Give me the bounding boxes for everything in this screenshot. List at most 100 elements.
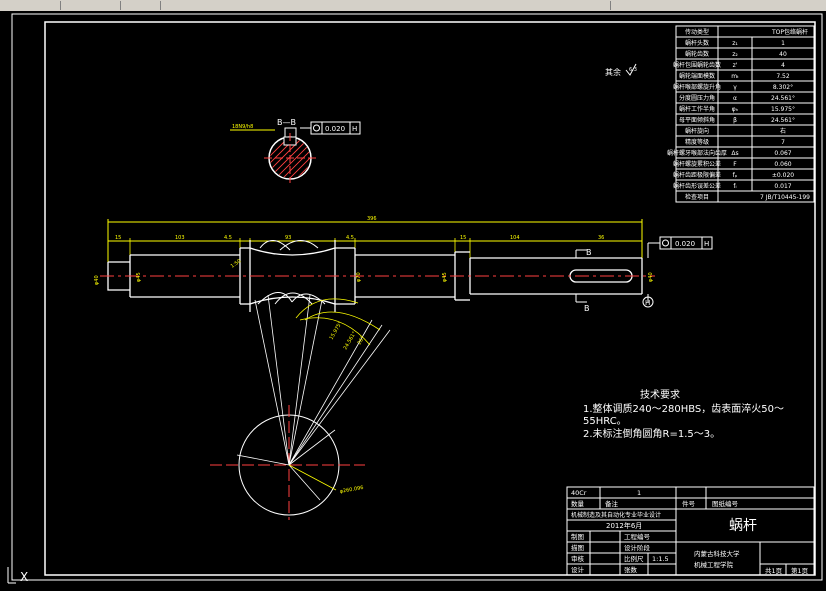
param-name: 检查项目 [685,193,709,201]
svg-text:36: 36 [598,235,604,241]
svg-text:机械工程学院: 机械工程学院 [694,560,734,569]
svg-text:15: 15 [460,235,466,241]
svg-text:φ70: φ70 [356,272,362,282]
toolbar-tab[interactable] [0,1,61,10]
svg-text:备注: 备注 [605,499,619,508]
param-name: 蜗杆齿形误差公差 [673,182,721,190]
param-value: 0.067 [774,150,791,157]
window-top-strip [0,0,826,11]
svg-text:4.5: 4.5 [224,235,232,241]
param-symbol: z' [733,62,738,69]
param-symbol: φₕ [732,106,739,113]
param-name: 蜗杆包围蜗轮齿数 [673,61,721,69]
svg-text:H: H [352,125,357,133]
param-value: 4 [781,62,785,69]
svg-text:机械制造及其自动化专业毕业设计: 机械制造及其自动化专业毕业设计 [571,511,661,519]
param-value: 24.561° [771,117,795,124]
svg-text:φ45: φ45 [442,272,448,282]
svg-text:φ40: φ40 [94,275,100,285]
svg-text:104: 104 [510,235,520,241]
param-value: 7 [781,139,785,146]
svg-text:0.020: 0.020 [325,125,345,133]
param-value: 24.561° [771,95,795,102]
param-symbol: fₚ [733,172,738,179]
svg-text:H: H [645,299,650,307]
svg-text:设计: 设计 [571,565,585,574]
svg-text:4.5: 4.5 [346,235,354,241]
param-symbol: γ [733,84,737,91]
svg-text:93: 93 [285,235,291,241]
svg-text:2012年6月: 2012年6月 [606,521,642,530]
param-symbol: α [733,95,737,102]
svg-text:6.3: 6.3 [629,67,637,73]
roughness-note: 其余 6.3 [605,63,637,77]
param-value: 右 [780,127,786,135]
svg-text:比例尺: 比例尺 [624,554,644,563]
param-symbol: z₂ [732,51,738,58]
toolbar-tab[interactable] [520,1,611,10]
svg-text:描图: 描图 [571,543,584,552]
technical-requirements: 技术要求 1.整体调质240～280HBS，齿表面淬火50～ 55HRC。 2.… [583,388,784,440]
param-name: 精度等级 [685,138,709,146]
wheel-construction: 15.975° 24.561° 26° φ260.096 [210,294,391,520]
section-view-b-b: B—B 18N9/h8 0.020 H [230,118,361,183]
svg-text:工程编号: 工程编号 [624,532,651,541]
svg-text:396: 396 [367,216,377,222]
param-symbol: fᵢ [733,183,736,190]
svg-text:φ260.096: φ260.096 [339,485,364,495]
svg-text:B: B [584,304,590,313]
param-name: 蜗杆齿距极限偏差 [673,171,721,179]
param-name: 蜗杆工作半角 [679,105,715,113]
svg-text:φ45: φ45 [136,272,142,282]
param-name: 传动类型 [685,28,709,36]
svg-text:共1页: 共1页 [765,566,783,575]
param-symbol: z₁ [732,40,738,47]
svg-text:制图: 制图 [571,532,584,541]
param-table: 传动类型 TOP包络蜗杆蜗杆头数 z₁ 1 蜗轮齿数 z₂ 40 蜗杆包围蜗轮齿数 z' 4 蜗轮端… [667,25,815,203]
svg-text:X: X [20,570,28,584]
param-name: 蜗轮齿数 [685,50,709,58]
param-name: 蜗轮端面模数 [679,72,715,80]
param-value: 8.302° [773,84,793,91]
param-name: 蜗杆旋向 [685,127,709,135]
tb-material: 40Cr [571,489,587,497]
param-value: 0.060 [774,161,791,168]
param-symbol: F [733,161,737,168]
sheet-inner-border [44,21,816,576]
param-value: 15.975° [771,106,795,113]
param-name: 母平面倾斜角 [679,116,715,124]
param-name: 蜗杆头数 [685,39,709,47]
param-name: 蜗杆螺旋累积公差 [673,160,721,168]
drawing-name: 蜗杆 [729,518,757,534]
toolbar-tab[interactable] [120,1,161,10]
toolbar-tab[interactable] [60,1,121,10]
param-value: 7.52 [776,73,790,80]
svg-text:2.未标注倒角圆角R=1.5～3。: 2.未标注倒角圆角R=1.5～3。 [583,427,720,440]
svg-text:1.整体调质240～280HBS，齿表面淬火50～: 1.整体调质240～280HBS，齿表面淬火50～ [583,402,784,415]
svg-text:103: 103 [175,235,185,241]
svg-text:φ40: φ40 [648,272,654,282]
svg-text:张数: 张数 [624,565,638,574]
param-symbol: β [733,117,737,124]
svg-text:0.020: 0.020 [675,240,695,248]
param-symbol: Δs [731,150,738,157]
tb-quantity: 1 [637,489,641,497]
svg-text:其余: 其余 [605,67,621,77]
param-value: 7 JB/T10445-199 [760,194,810,201]
param-name: 蜗杆喉部螺旋升角 [673,83,721,91]
ucs-icon: X [2,563,42,587]
svg-text:H: H [704,240,709,248]
svg-text:技术要求: 技术要求 [640,388,680,401]
param-value: 0.017 [774,183,791,190]
svg-text:55HRC。: 55HRC。 [583,416,627,427]
svg-text:件号: 件号 [682,499,696,508]
cad-canvas[interactable]: 传动类型 TOP包络蜗杆蜗杆头数 z₁ 1 蜗轮齿数 z₂ 40 蜗杆包围蜗轮齿数 z' 4 蜗轮端… [0,11,826,589]
svg-text:1:1.5: 1:1.5 [652,555,669,563]
svg-text:内蒙古科技大学: 内蒙古科技大学 [694,549,740,558]
svg-text:B—B: B—B [277,118,296,127]
svg-text:B: B [586,248,592,257]
svg-text:15: 15 [115,235,121,241]
param-value: 40 [779,51,787,58]
param-value: TOP包络蜗杆 [771,28,808,36]
worm-shaft-view: 396 15 103 4.5 93 4.5 15 104 36 φ40 φ45 … [94,216,713,313]
